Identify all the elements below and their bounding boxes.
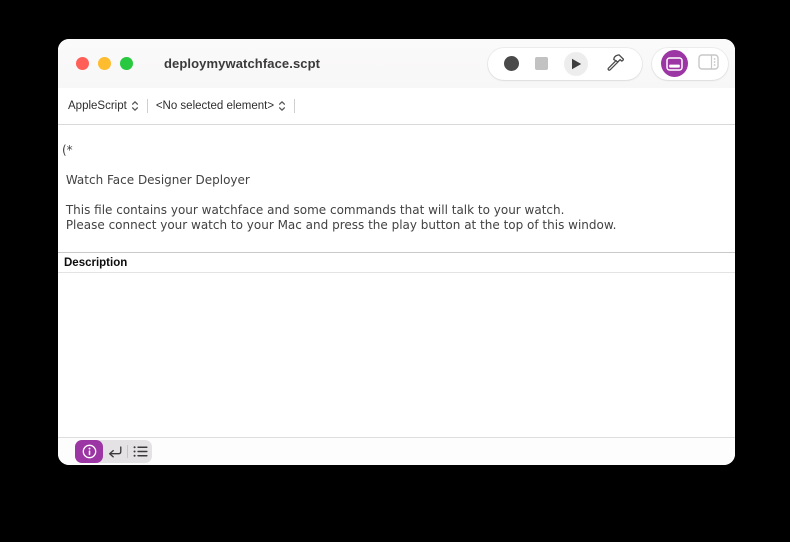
record-circle-icon xyxy=(504,56,519,71)
panel-bottom-icon xyxy=(661,50,688,77)
language-popup[interactable]: AppleScript xyxy=(68,100,139,112)
bullet-list-icon xyxy=(133,445,148,458)
accessory-view-selector xyxy=(75,440,152,463)
view-toggles-group xyxy=(652,48,728,80)
traffic-lights xyxy=(76,57,133,70)
accessory-pane-title: Description xyxy=(64,257,127,269)
result-tab[interactable] xyxy=(103,440,127,463)
bottom-toolbar xyxy=(58,437,735,465)
return-arrow-icon xyxy=(107,445,123,458)
info-circle-icon xyxy=(82,444,97,459)
script-editor-window: deploymywatchface.scpt xyxy=(58,39,735,465)
zoom-button[interactable] xyxy=(120,57,133,70)
panel-right-dots-icon xyxy=(698,54,719,73)
divider xyxy=(147,99,148,113)
play-icon xyxy=(564,52,588,76)
run-button[interactable] xyxy=(564,52,588,76)
description-tab[interactable] xyxy=(75,440,103,463)
stop-button[interactable] xyxy=(535,57,548,70)
description-content-area[interactable] xyxy=(58,273,735,437)
element-popup[interactable]: <No selected element> xyxy=(156,100,286,112)
stop-square-icon xyxy=(535,57,548,70)
language-popup-label: AppleScript xyxy=(68,100,127,112)
close-button[interactable] xyxy=(76,57,89,70)
divider xyxy=(294,99,295,113)
window-title: deploymywatchface.scpt xyxy=(164,56,320,71)
accessory-pane-header: Description xyxy=(58,252,735,273)
hammer-icon xyxy=(604,51,626,76)
script-controls-group xyxy=(488,48,642,80)
popup-chevrons-icon xyxy=(131,100,139,112)
element-popup-label: <No selected element> xyxy=(156,100,274,112)
script-text[interactable]: (* Watch Face Designer Deployer This fil… xyxy=(58,125,735,233)
titlebar: deploymywatchface.scpt xyxy=(58,39,735,88)
accessory-panel-toggle-button[interactable] xyxy=(661,50,688,77)
desktop: { "window": { "title": "deploymywatchfac… xyxy=(0,0,790,542)
minimize-button[interactable] xyxy=(98,57,111,70)
navigation-bar: AppleScript <No selected element> xyxy=(58,88,735,125)
popup-chevrons-icon xyxy=(278,100,286,112)
bundle-contents-button[interactable] xyxy=(698,54,719,73)
code-editor[interactable]: (* Watch Face Designer Deployer This fil… xyxy=(58,125,735,252)
record-button[interactable] xyxy=(504,56,519,71)
compile-button[interactable] xyxy=(604,51,626,76)
log-tab[interactable] xyxy=(128,440,152,463)
